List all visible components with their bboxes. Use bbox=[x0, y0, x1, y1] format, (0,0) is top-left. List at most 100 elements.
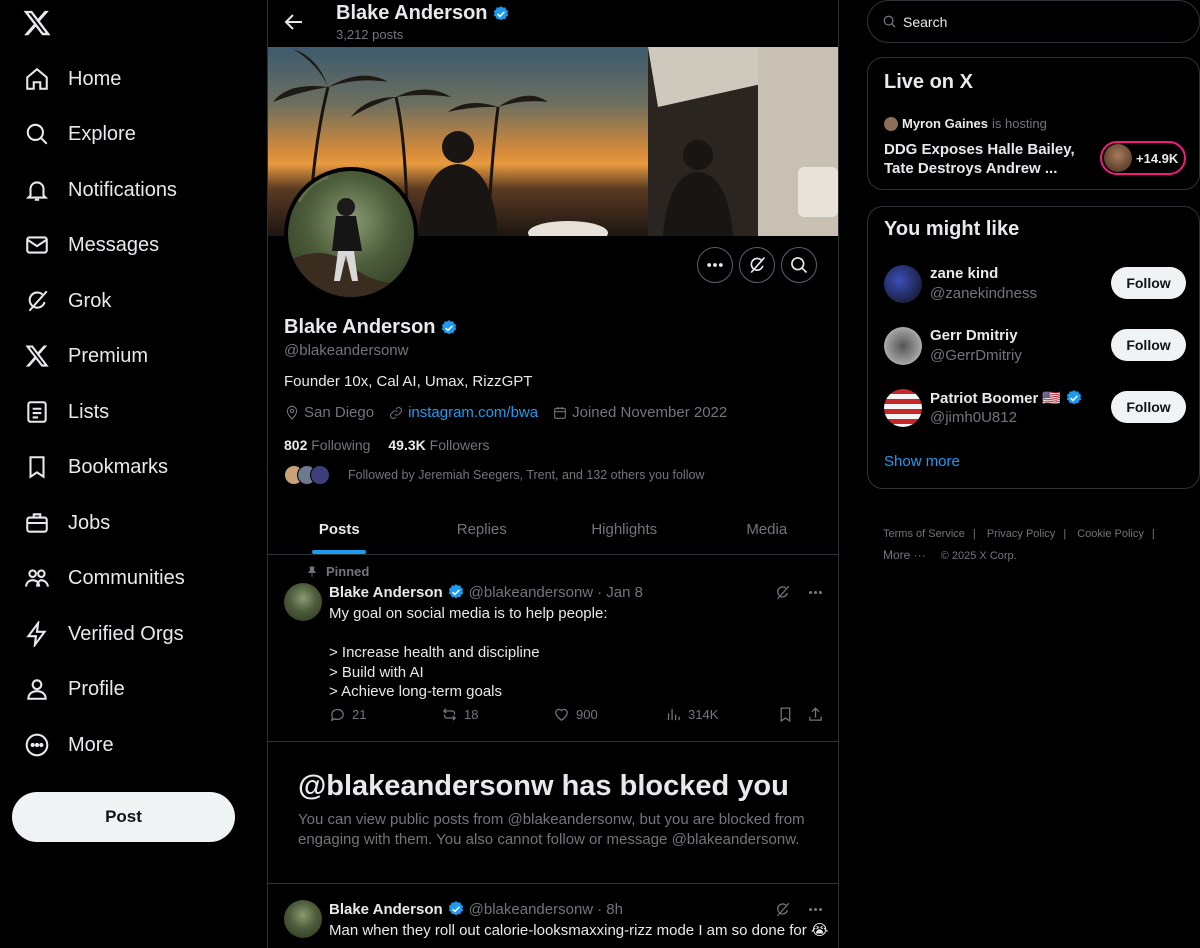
nav-label: Notifications bbox=[68, 178, 177, 201]
more-dots-icon bbox=[707, 263, 723, 267]
avatar[interactable] bbox=[284, 583, 322, 621]
nav-more[interactable]: More bbox=[12, 721, 134, 769]
nav-notifications[interactable]: Notifications bbox=[12, 166, 197, 214]
pinned-text: Pinned bbox=[326, 564, 370, 579]
reply-count: 21 bbox=[352, 707, 367, 722]
nav-bookmarks[interactable]: Bookmarks bbox=[12, 443, 188, 491]
suggestion-name: Patriot Boomer 🇺🇸 bbox=[930, 389, 1083, 407]
tweet-date[interactable]: · Jan 8 bbox=[597, 584, 643, 601]
host-avatar bbox=[884, 116, 898, 131]
follow-button[interactable]: Follow bbox=[1111, 267, 1186, 299]
more-options-button[interactable] bbox=[697, 247, 733, 283]
profile-handle: @blakeandersonw bbox=[284, 342, 409, 359]
tab-media[interactable]: Media bbox=[696, 505, 839, 554]
follow-button[interactable]: Follow bbox=[1111, 391, 1186, 423]
search-profile-button[interactable] bbox=[781, 247, 817, 283]
blocked-notice: @blakeandersonw has blocked you You can … bbox=[268, 742, 838, 884]
view-count: 314K bbox=[688, 707, 719, 722]
nav-label: Bookmarks bbox=[68, 455, 169, 478]
show-more-link[interactable]: Show more bbox=[884, 453, 960, 470]
search-placeholder: Search bbox=[903, 13, 948, 30]
bookmark-button[interactable] bbox=[777, 706, 807, 723]
terms-link[interactable]: Terms of Service bbox=[883, 528, 965, 540]
pin-icon bbox=[307, 566, 317, 577]
back-arrow-icon[interactable] bbox=[282, 10, 306, 34]
avatar[interactable] bbox=[884, 327, 922, 365]
following-stat[interactable]: 802 Following bbox=[284, 437, 370, 453]
x-logo-icon[interactable] bbox=[22, 8, 52, 38]
nav-home[interactable]: Home bbox=[12, 55, 141, 103]
share-button[interactable] bbox=[807, 706, 824, 723]
home-icon bbox=[24, 66, 50, 92]
nav-label: Verified Orgs bbox=[68, 622, 184, 645]
nav-label: Grok bbox=[68, 289, 112, 312]
grok-icon[interactable] bbox=[774, 901, 791, 918]
tweet[interactable]: Blake Anderson @blakeandersonw · 8h Man … bbox=[268, 885, 838, 948]
tab-posts[interactable]: Posts bbox=[268, 505, 411, 554]
avatar[interactable] bbox=[284, 900, 322, 938]
follow-button[interactable]: Follow bbox=[1111, 329, 1186, 361]
suggestion-name: zane kind bbox=[930, 265, 998, 282]
nav-verified-orgs[interactable]: Verified Orgs bbox=[12, 610, 204, 658]
more-dots-icon[interactable] bbox=[807, 901, 824, 918]
more-dots-icon[interactable] bbox=[807, 584, 824, 601]
tab-highlights[interactable]: Highlights bbox=[553, 505, 696, 554]
live-card: Live on X Myron Gaines is hosting DDG Ex… bbox=[867, 57, 1200, 190]
followed-by[interactable]: Followed by Jeremiah Seegers, Trent, and… bbox=[284, 465, 704, 485]
nav-grok[interactable]: Grok bbox=[12, 277, 131, 325]
copyright: © 2025 X Corp. bbox=[940, 550, 1017, 562]
live-stream-title[interactable]: DDG Exposes Halle Bailey, Tate Destroys … bbox=[884, 140, 1084, 178]
blocked-title: @blakeandersonw has blocked you bbox=[298, 770, 789, 802]
live-listeners-pill[interactable]: +14.9K bbox=[1100, 141, 1186, 175]
live-host: Myron Gaines is hosting bbox=[884, 116, 1047, 131]
grok-button[interactable] bbox=[739, 247, 775, 283]
nav-lists[interactable]: Lists bbox=[12, 388, 129, 436]
like-button[interactable]: 900 bbox=[553, 706, 665, 723]
pinned-tweet[interactable]: Pinned Blake Anderson @blakeandersonw · … bbox=[268, 556, 838, 742]
suggestion-row[interactable]: zane kind @zanekindness Follow bbox=[884, 263, 1186, 307]
lightning-icon bbox=[24, 621, 50, 647]
tweet-author-name[interactable]: Blake Anderson bbox=[329, 901, 443, 918]
avatar[interactable] bbox=[884, 265, 922, 303]
tweet-date[interactable]: · 8h bbox=[597, 901, 623, 918]
tab-replies[interactable]: Replies bbox=[411, 505, 554, 554]
nav-jobs[interactable]: Jobs bbox=[12, 499, 130, 547]
tweet-tools bbox=[774, 584, 824, 601]
profile-bio: Founder 10x, Cal AI, Umax, RizzGPT bbox=[284, 373, 533, 390]
reply-button[interactable]: 21 bbox=[329, 706, 441, 723]
search-icon bbox=[883, 15, 896, 28]
nav-messages[interactable]: Messages bbox=[12, 221, 179, 269]
host-name[interactable]: Myron Gaines bbox=[902, 116, 988, 131]
suggestion-row[interactable]: Patriot Boomer 🇺🇸 @jimh0U812 Follow bbox=[884, 387, 1186, 431]
nav-communities[interactable]: Communities bbox=[12, 554, 205, 602]
views-button[interactable]: 314K bbox=[665, 706, 777, 723]
cookie-link[interactable]: Cookie Policy bbox=[1077, 528, 1144, 540]
nav-explore[interactable]: Explore bbox=[12, 110, 156, 158]
briefcase-icon bbox=[24, 510, 50, 536]
suggestion-handle: @GerrDmitriy bbox=[930, 347, 1022, 364]
suggestions-title: You might like bbox=[884, 218, 1020, 240]
search-input[interactable]: Search bbox=[867, 0, 1200, 43]
suggestion-row[interactable]: Gerr Dmitriy @GerrDmitriy Follow bbox=[884, 325, 1186, 369]
repost-button[interactable]: 18 bbox=[441, 706, 553, 723]
repost-icon bbox=[442, 708, 457, 721]
footer-more-link[interactable]: More ··· bbox=[883, 548, 926, 562]
tweet-header: Blake Anderson @blakeandersonw · Jan 8 bbox=[329, 583, 643, 601]
profile-avatar[interactable] bbox=[284, 167, 418, 301]
grok-icon[interactable] bbox=[774, 584, 791, 601]
person-icon bbox=[24, 676, 50, 702]
privacy-link[interactable]: Privacy Policy bbox=[987, 528, 1055, 540]
nav-profile[interactable]: Profile bbox=[12, 665, 145, 713]
post-button[interactable]: Post bbox=[12, 792, 235, 842]
website-link[interactable]: instagram.com/bwa bbox=[408, 404, 538, 421]
people-icon bbox=[24, 565, 50, 591]
website[interactable]: instagram.com/bwa bbox=[388, 404, 538, 421]
avatar[interactable] bbox=[884, 389, 922, 427]
link-icon bbox=[390, 406, 403, 419]
who-to-follow-card: You might like zane kind @zanekindness F… bbox=[867, 206, 1200, 489]
nav-premium[interactable]: Premium bbox=[12, 332, 168, 380]
bell-icon bbox=[24, 177, 50, 203]
tweet-author-name[interactable]: Blake Anderson bbox=[329, 584, 443, 601]
followers-label: Followers bbox=[429, 437, 490, 453]
followers-stat[interactable]: 49.3K Followers bbox=[388, 437, 489, 453]
